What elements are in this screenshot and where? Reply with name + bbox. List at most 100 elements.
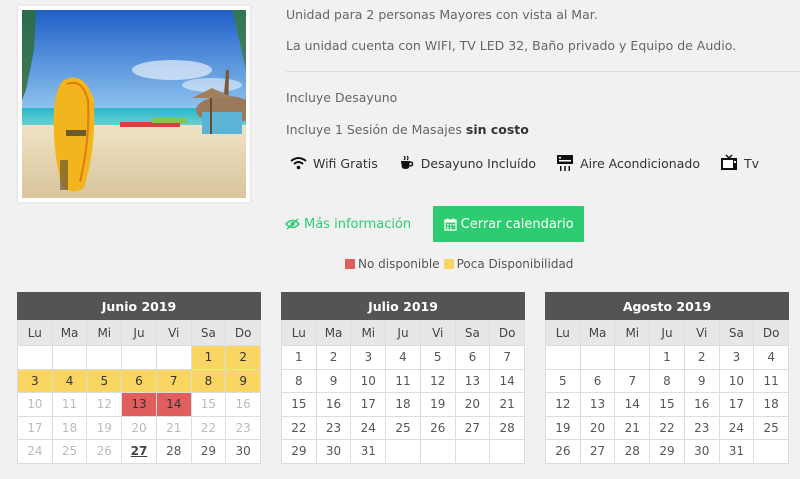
day-cell: 24 <box>18 440 53 464</box>
day-cell[interactable]: 1 <box>650 346 685 370</box>
day-cell[interactable]: 6 <box>455 346 491 370</box>
day-cell[interactable]: 18 <box>754 393 789 417</box>
day-cell[interactable]: 23 <box>316 416 352 440</box>
day-cell[interactable]: 10 <box>351 369 387 393</box>
day-cell[interactable]: 17 <box>719 393 755 417</box>
close-calendar-button[interactable]: Cerrar calendario <box>433 206 585 242</box>
day-cell[interactable]: 5 <box>87 369 123 393</box>
day-cell: 26 <box>87 440 123 464</box>
day-cell[interactable]: 19 <box>546 416 581 440</box>
day-cell[interactable]: 1 <box>282 346 317 370</box>
day-cell[interactable]: 2 <box>684 346 720 370</box>
day-cell[interactable]: 13 <box>122 393 157 417</box>
day-cell[interactable]: 12 <box>546 393 581 417</box>
room-photo[interactable] <box>18 6 250 202</box>
day-cell[interactable]: 26 <box>420 416 456 440</box>
day-cell[interactable]: 7 <box>615 369 651 393</box>
day-cell[interactable]: 3 <box>719 346 755 370</box>
day-cell: 11 <box>52 393 88 417</box>
day-cell[interactable]: 8 <box>282 369 317 393</box>
day-cell[interactable]: 31 <box>351 440 387 464</box>
day-cell[interactable]: 28 <box>615 440 651 464</box>
day-cell[interactable]: 30 <box>684 440 720 464</box>
day-cell[interactable]: 6 <box>122 369 157 393</box>
weekday-header: Do <box>226 320 261 346</box>
day-cell[interactable]: 9 <box>684 369 720 393</box>
day-cell[interactable]: 29 <box>191 440 227 464</box>
more-info-link[interactable]: Más información <box>285 217 411 232</box>
day-cell[interactable]: 21 <box>615 416 651 440</box>
day-cell[interactable]: 8 <box>191 369 227 393</box>
day-cell[interactable]: 3 <box>18 369 53 393</box>
day-cell[interactable]: 9 <box>226 369 261 393</box>
day-cell[interactable]: 13 <box>580 393 616 417</box>
day-cell[interactable]: 5 <box>420 346 456 370</box>
day-cell[interactable]: 16 <box>684 393 720 417</box>
beach-photo <box>22 10 246 198</box>
amenity-breakfast: Desayuno Incluído <box>398 155 536 171</box>
day-cell[interactable]: 27 <box>122 440 157 464</box>
day-cell[interactable]: 13 <box>455 369 491 393</box>
day-cell[interactable]: 6 <box>580 369 616 393</box>
day-cell[interactable]: 25 <box>386 416 421 440</box>
day-cell[interactable]: 11 <box>386 369 421 393</box>
day-cell[interactable]: 14 <box>490 369 525 393</box>
day-cell[interactable]: 22 <box>282 416 317 440</box>
day-cell[interactable]: 23 <box>684 416 720 440</box>
day-cell[interactable]: 5 <box>546 369 581 393</box>
day-cell[interactable]: 7 <box>156 369 192 393</box>
day-cell[interactable]: 30 <box>226 440 261 464</box>
day-cell[interactable]: 18 <box>386 393 421 417</box>
day-cell[interactable]: 29 <box>650 440 685 464</box>
day-cell[interactable]: 4 <box>754 346 789 370</box>
day-cell[interactable]: 12 <box>420 369 456 393</box>
day-cell[interactable]: 20 <box>580 416 616 440</box>
day-cell: 25 <box>52 440 88 464</box>
empty-day-cell <box>87 346 123 370</box>
more-info-label: Más información <box>304 216 412 232</box>
day-cell[interactable]: 4 <box>386 346 421 370</box>
day-cell[interactable]: 15 <box>650 393 685 417</box>
day-cell[interactable]: 26 <box>546 440 581 464</box>
day-cell[interactable]: 19 <box>420 393 456 417</box>
day-cell: 16 <box>226 393 261 417</box>
day-cell[interactable]: 24 <box>351 416 387 440</box>
day-cell[interactable]: 30 <box>316 440 352 464</box>
day-cell[interactable]: 15 <box>282 393 317 417</box>
day-cell[interactable]: 21 <box>490 393 525 417</box>
day-cell[interactable]: 28 <box>490 416 525 440</box>
day-cell[interactable]: 24 <box>719 416 755 440</box>
day-cell[interactable]: 14 <box>615 393 651 417</box>
day-cell[interactable]: 3 <box>351 346 387 370</box>
day-cell[interactable]: 17 <box>351 393 387 417</box>
day-cell: 20 <box>122 416 157 440</box>
day-cell[interactable]: 14 <box>156 393 192 417</box>
day-cell[interactable]: 28 <box>156 440 192 464</box>
empty-day-cell <box>580 346 616 370</box>
day-cell[interactable]: 25 <box>754 416 789 440</box>
empty-day-cell <box>156 346 192 370</box>
day-cell[interactable]: 27 <box>580 440 616 464</box>
breakfast-text: Incluye Desayuno <box>286 90 398 105</box>
day-cell[interactable]: 2 <box>226 346 261 370</box>
day-cell[interactable]: 27 <box>455 416 491 440</box>
day-cell[interactable]: 2 <box>316 346 352 370</box>
day-cell[interactable]: 7 <box>490 346 525 370</box>
description-line-2: La unidad cuenta con WIFI, TV LED 32, Ba… <box>286 38 737 53</box>
low-availability-swatch <box>443 259 454 269</box>
day-cell[interactable]: 31 <box>719 440 755 464</box>
day-cell[interactable]: 20 <box>455 393 491 417</box>
day-cell[interactable]: 11 <box>754 369 789 393</box>
day-cell[interactable]: 29 <box>282 440 317 464</box>
availability-legend: No disponible Poca Disponibilidad <box>345 257 577 271</box>
month-title: Julio 2019 <box>281 292 525 320</box>
day-cell[interactable]: 4 <box>52 369 88 393</box>
weekday-header: Sa <box>191 320 227 346</box>
day-cell: 19 <box>87 416 123 440</box>
day-cell[interactable]: 16 <box>316 393 352 417</box>
day-cell[interactable]: 1 <box>191 346 227 370</box>
day-cell[interactable]: 22 <box>650 416 685 440</box>
day-cell[interactable]: 8 <box>650 369 685 393</box>
day-cell[interactable]: 9 <box>316 369 352 393</box>
day-cell[interactable]: 10 <box>719 369 755 393</box>
